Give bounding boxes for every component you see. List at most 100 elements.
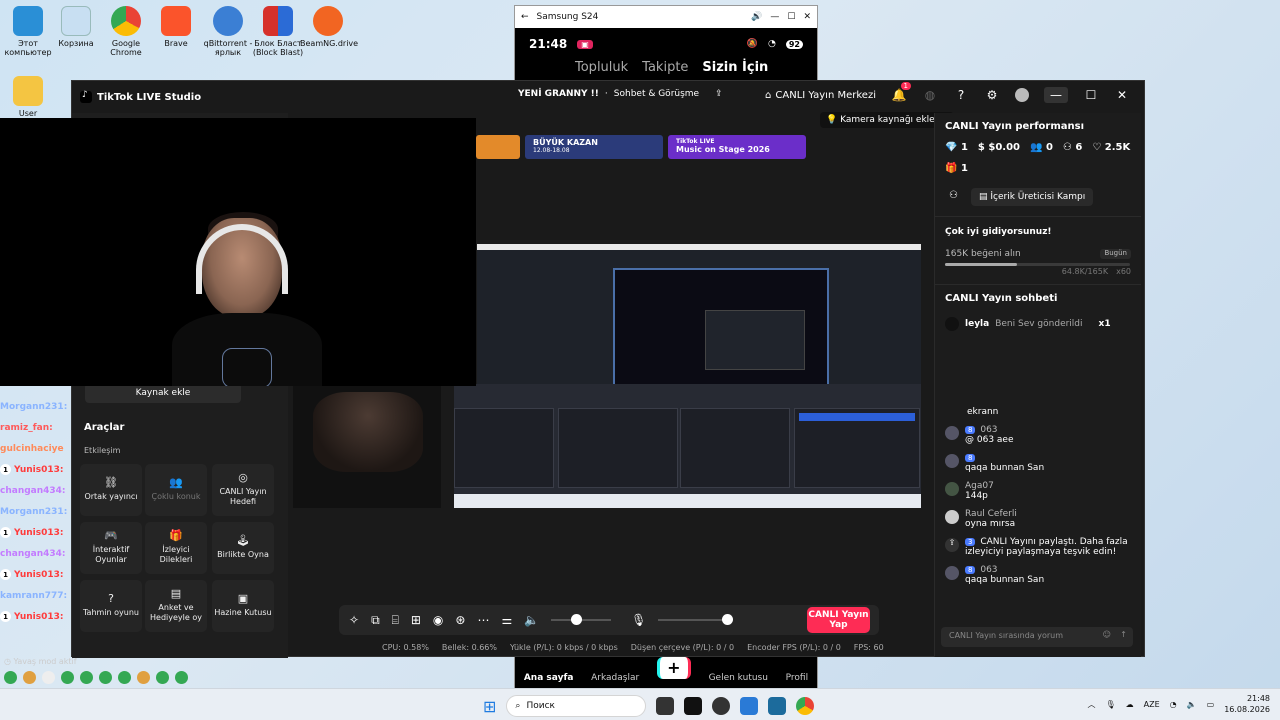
stream-title-area[interactable]: YENİ GRANNY !! · Sohbet & Görüşme ⇪ — [518, 89, 723, 99]
nav-profile[interactable]: Profil — [786, 673, 808, 683]
overlay-chat-row: changan434: — [0, 485, 66, 496]
tool-co-host[interactable]: ⛓ Ortak yayıncı — [80, 464, 142, 516]
tool-live-goal[interactable]: ◎ CANLI Yayın Hedefi — [212, 464, 274, 516]
microphone-icon[interactable]: 🎙 — [1106, 700, 1116, 709]
battery-icon[interactable]: ▭ — [1207, 700, 1215, 709]
phone-titlebar: ← Samsung S24 🔊 — ☐ ✕ — [515, 6, 817, 28]
desktop-icon-block-blast[interactable]: Блок Бласт (Block Blast) — [250, 6, 306, 57]
diamond-icon: 💎 — [945, 142, 958, 153]
theme-icon[interactable]: ◍ — [922, 87, 938, 103]
emoji-icon[interactable] — [23, 671, 36, 684]
emoji-icon[interactable]: ☺ — [1103, 630, 1111, 639]
desktop-icon-qbittorrent[interactable]: qBittorrent - ярлык — [200, 6, 256, 57]
mute-icon: 🔕 — [746, 39, 758, 49]
user-plus-icon[interactable]: ⚇ — [949, 190, 958, 201]
desktop-icon-brave[interactable]: Brave — [148, 6, 204, 48]
close-icon[interactable]: ✕ — [803, 12, 811, 22]
folder-icon — [13, 76, 43, 106]
close-button[interactable]: ✕ — [1114, 87, 1130, 103]
microphone-icon[interactable]: 🎙 — [631, 613, 646, 627]
desktop-icon-chrome[interactable]: Google Chrome — [98, 6, 154, 57]
treasure-icon: ▣ — [237, 592, 249, 605]
stream-category: Sohbet & Görüşme — [613, 89, 700, 99]
emoji-icon[interactable] — [175, 671, 188, 684]
tool-viewer-wishes[interactable]: 🎁 İzleyici Dilekleri — [145, 522, 207, 574]
nav-create-button[interactable]: + — [656, 657, 691, 679]
desktop-icon-beamng[interactable]: BeamNG.drive — [300, 6, 358, 48]
clock-icon: ◷ — [4, 657, 11, 666]
taskbar-search-input[interactable]: ⌕ Поиск — [506, 695, 647, 717]
virtual-cam-icon[interactable]: ⊛ — [455, 613, 465, 627]
windows-start-icon[interactable]: ⊞ — [483, 697, 496, 716]
app-icon[interactable] — [768, 697, 787, 715]
more-icon[interactable]: ⋯ — [477, 613, 489, 627]
screenshot-icon[interactable]: ⌸ — [392, 613, 399, 628]
minimize-button[interactable]: — — [1044, 87, 1068, 103]
performance-stats-bar: CPU: 0.58% Bellek: 0.66% Yükle (P/L): 0 … — [382, 643, 884, 652]
chevron-up-icon[interactable]: ︿ — [1088, 699, 1096, 710]
obs-app-icon[interactable] — [712, 697, 731, 715]
help-icon[interactable]: ? — [953, 87, 969, 103]
chat-input[interactable]: CANLI Yayın sırasında yorum ☺ ↑ — [941, 627, 1133, 647]
tiktok-app-icon[interactable] — [684, 697, 703, 715]
send-icon[interactable]: ↑ — [1120, 630, 1127, 639]
mixer-icon[interactable]: ⚌ — [501, 613, 512, 627]
tool-play-together[interactable]: 🕹 Birlikte Oyna — [212, 522, 274, 574]
chrome-icon[interactable] — [796, 697, 815, 715]
desktop-icon-recycle-bin[interactable]: Корзина — [48, 6, 104, 48]
tool-poll[interactable]: ▤ Anket ve Hediyeyle oy — [145, 580, 207, 632]
nav-home[interactable]: Ana sayfa — [524, 673, 574, 683]
go-live-button[interactable]: CANLI Yayın Yap — [807, 607, 870, 633]
language-indicator[interactable]: AZE — [1144, 700, 1160, 709]
record-icon[interactable]: ◉ — [433, 613, 443, 627]
volume-icon[interactable]: 🔈 — [1187, 700, 1197, 709]
promo-banner-kazan[interactable] — [476, 135, 520, 159]
back-arrow-icon[interactable]: ← — [521, 12, 529, 22]
speaker-volume-slider[interactable] — [551, 614, 612, 625]
speaker-icon[interactable]: 🔈 — [524, 613, 539, 627]
taskbar-clock[interactable]: 21:48 16.08.2026 — [1224, 693, 1270, 715]
like-goal[interactable]: 165K beğeni alın Bugün 64.8K/165K x60 — [935, 249, 1141, 276]
maximize-button[interactable]: ☐ — [1083, 87, 1099, 103]
notification-bell-icon[interactable]: 🔔 1 — [891, 82, 911, 103]
nav-friends[interactable]: Arkadaşlar — [591, 673, 639, 683]
promo-banner-music-on-stage[interactable]: TikTok LIVE Music on Stage 2026 — [668, 135, 806, 159]
screen-capture-preview[interactable] — [477, 244, 921, 390]
magic-wand-icon[interactable]: ✧ — [349, 613, 359, 627]
emoji-icon[interactable] — [156, 671, 169, 684]
creator-camp-button[interactable]: ▤ İçerik Üreticisi Kampı — [971, 188, 1094, 206]
phone-link-icon[interactable] — [740, 697, 759, 715]
emoji-icon[interactable] — [42, 671, 55, 684]
chat-message: 8 063 @ 063 aee — [935, 421, 1142, 449]
promo-banner-buyuk-kazan[interactable]: BÜYÜK KAZAN 12.08-18.08 — [525, 135, 663, 159]
mic-volume-slider[interactable] — [658, 614, 734, 625]
desktop-icon-user[interactable]: User — [0, 76, 56, 118]
tool-treasure-box[interactable]: ▣ Hazine Kutusu — [212, 580, 274, 632]
settings-gear-icon[interactable]: ⚙ — [984, 87, 1000, 103]
wifi-icon[interactable]: ◔ — [1170, 700, 1177, 709]
emoji-icon[interactable] — [4, 671, 17, 684]
live-center-button[interactable]: ⌂ CANLI Yayın Merkezi — [765, 90, 876, 101]
emoji-icon[interactable] — [137, 671, 150, 684]
nav-inbox[interactable]: Gelen kutusu — [709, 673, 768, 683]
minimize-icon[interactable]: — — [770, 12, 779, 22]
nested-preview — [613, 268, 829, 390]
tool-multi-guest[interactable]: 👥 Çoklu konuk — [145, 464, 207, 516]
add-source-button[interactable]: Kaynak ekle — [85, 383, 241, 403]
emoji-icon[interactable] — [61, 671, 74, 684]
chat-message: Raul Ceferli oyna mırsa — [935, 505, 1142, 533]
emoji-icon[interactable] — [80, 671, 93, 684]
tool-interactive-games[interactable]: 🎮 İnteraktif Oyunlar — [80, 522, 142, 574]
task-view-icon[interactable] — [656, 697, 675, 715]
network-icon[interactable]: ☁ — [1126, 700, 1134, 709]
avatar — [945, 426, 959, 440]
tool-prediction-game[interactable]: ? Tahmin oyunu — [80, 580, 142, 632]
avatar[interactable] — [1015, 88, 1029, 102]
add-scene-icon[interactable]: ⊞ — [411, 613, 421, 627]
emoji-icon[interactable] — [118, 671, 131, 684]
emoji-icon[interactable] — [99, 671, 112, 684]
share-icon[interactable]: ⇪ — [715, 89, 723, 99]
maximize-icon[interactable]: ☐ — [787, 12, 795, 22]
volume-icon[interactable]: 🔊 — [751, 12, 762, 22]
layout-icon[interactable]: ⧉ — [371, 613, 380, 628]
